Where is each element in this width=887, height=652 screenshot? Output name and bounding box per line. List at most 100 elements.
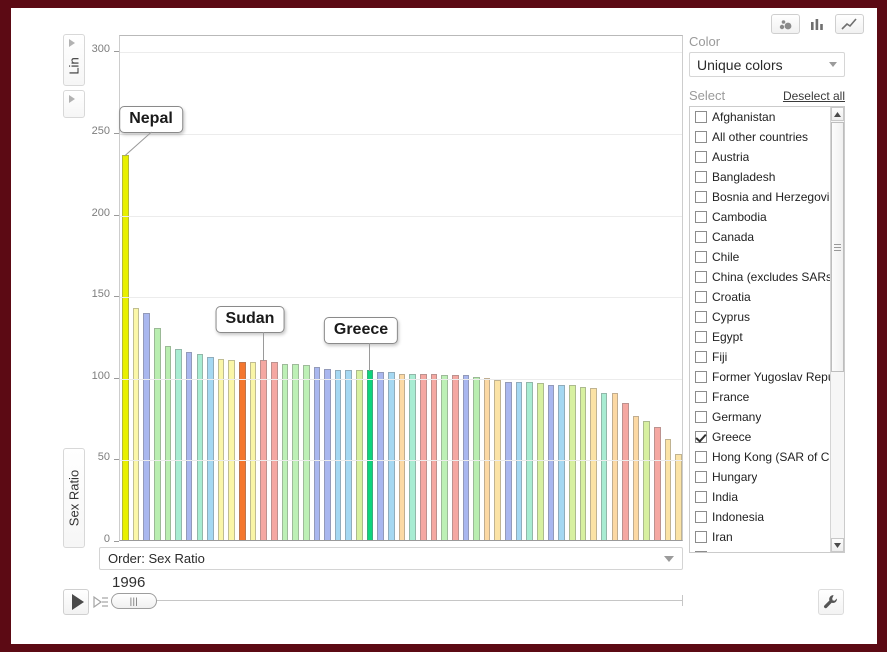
chart-bar[interactable] [260,360,267,540]
chart-bar[interactable] [377,372,384,540]
chart-bar[interactable] [409,374,416,540]
country-checkbox[interactable] [695,351,707,363]
country-checkbox[interactable] [695,171,707,183]
country-checkbox[interactable] [695,311,707,323]
chart-bar[interactable] [292,364,299,540]
chart-bar[interactable] [420,374,427,540]
chart-bar[interactable] [271,362,278,540]
chart-bar[interactable] [601,393,608,540]
chart-bar[interactable] [452,375,459,540]
chart-bar[interactable] [580,387,587,540]
chart-bar[interactable] [537,383,544,540]
timeline-track[interactable] [111,600,683,601]
settings-button[interactable] [818,589,844,615]
chart-bar[interactable] [612,393,619,540]
color-mode-dropdown[interactable]: Unique colors [689,52,845,77]
country-list-item[interactable]: Former Yugoslav Repu... [690,367,831,387]
chart-bar[interactable] [122,155,129,540]
country-list-scrollbar[interactable] [830,107,844,552]
country-list-item[interactable]: Cambodia [690,207,831,227]
country-list-item[interactable]: Bosnia and Herzegovina [690,187,831,207]
country-checkbox[interactable] [695,391,707,403]
country-checkbox[interactable] [695,211,707,223]
chart-bar[interactable] [675,454,682,541]
callout-label-sudan[interactable]: Sudan [216,306,285,333]
chart-bar[interactable] [367,370,374,540]
chart-bar[interactable] [282,364,289,540]
chart-bar[interactable] [197,354,204,540]
country-list-item[interactable]: Chile [690,247,831,267]
chart-bar[interactable] [186,352,193,540]
country-checkbox[interactable] [695,531,707,543]
country-list-item[interactable]: Canada [690,227,831,247]
country-list-item[interactable]: France [690,387,831,407]
chart-bar[interactable] [324,369,331,540]
chart-bar[interactable] [399,374,406,540]
chart-bar[interactable] [484,378,491,540]
chart-bar[interactable] [548,385,555,540]
chart-bar[interactable] [388,372,395,540]
chart-bar[interactable] [356,370,363,540]
chart-bar[interactable] [133,308,140,540]
country-list-item[interactable]: Austria [690,147,831,167]
bubble-chart-icon[interactable] [771,14,800,34]
chart-bar[interactable] [175,349,182,540]
chart-bar[interactable] [558,385,565,540]
country-list-item[interactable]: Egypt [690,327,831,347]
chart-bar[interactable] [633,416,640,540]
chart-bar[interactable] [207,357,214,540]
country-list-item[interactable]: Hong Kong (SAR of Ch... [690,447,831,467]
chart-bar[interactable] [314,367,321,540]
country-list-item[interactable]: India [690,487,831,507]
chart-bar[interactable] [345,370,352,540]
country-list[interactable]: AfghanistanAll other countriesAustriaBan… [689,106,845,553]
country-checkbox[interactable] [695,491,707,503]
country-list-item[interactable]: Indonesia [690,507,831,527]
country-checkbox[interactable] [695,111,707,123]
chart-bar[interactable] [622,403,629,540]
chart-bar[interactable] [654,427,661,540]
chart-bar[interactable] [143,313,150,540]
chart-bar[interactable] [303,365,310,540]
country-checkbox[interactable] [695,291,707,303]
chart-bar[interactable] [165,346,172,540]
bar-chart-icon[interactable] [803,14,832,34]
timeline-slider-thumb[interactable]: ||| [111,593,157,609]
chart-bar[interactable] [590,388,597,540]
deselect-all-link[interactable]: Deselect all [783,89,845,103]
scroll-up-icon[interactable] [831,107,844,121]
chart-bar[interactable] [250,362,257,540]
country-list-item[interactable]: Afghanistan [690,107,831,127]
scroll-down-icon[interactable] [831,538,844,552]
country-checkbox[interactable] [695,471,707,483]
chart-bar[interactable] [218,359,225,540]
country-checkbox[interactable] [695,331,707,343]
country-checkbox[interactable] [695,411,707,423]
chart-bar[interactable] [441,375,448,540]
chart-plot-area[interactable] [119,35,683,541]
line-chart-icon[interactable] [835,14,864,34]
play-button[interactable] [63,589,89,615]
country-checkbox[interactable] [695,151,707,163]
country-checkbox[interactable] [695,511,707,523]
scrollbar-thumb[interactable] [831,122,844,372]
country-checkbox[interactable] [695,371,707,383]
chart-bar[interactable] [228,360,235,540]
country-list-item[interactable]: China (excludes SARs ... [690,267,831,287]
speed-control-icon[interactable] [93,593,109,611]
country-list-item[interactable]: All other countries [690,127,831,147]
country-checkbox[interactable] [695,551,707,553]
callout-label-greece[interactable]: Greece [324,317,398,344]
chart-bar[interactable] [473,377,480,540]
country-checkbox[interactable] [695,131,707,143]
callout-label-nepal[interactable]: Nepal [119,106,183,133]
chart-bar[interactable] [335,370,342,540]
country-list-item[interactable]: Croatia [690,287,831,307]
country-list-item[interactable]: Germany [690,407,831,427]
country-checkbox[interactable] [695,451,707,463]
country-list-item[interactable]: Iran [690,527,831,547]
country-list-item[interactable]: Hungary [690,467,831,487]
country-list-item[interactable]: Bangladesh [690,167,831,187]
country-list-item[interactable]: Cyprus [690,307,831,327]
country-list-item[interactable]: Fiji [690,347,831,367]
